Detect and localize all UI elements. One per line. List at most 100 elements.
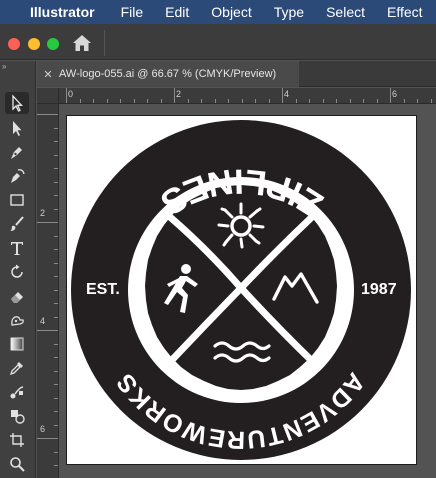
type-tool[interactable] <box>5 237 29 259</box>
ruler-tick <box>349 99 351 103</box>
ruler-tick <box>54 289 58 291</box>
ruler-tick <box>54 262 58 264</box>
eraser-icon <box>11 292 23 303</box>
menu-object[interactable]: Object <box>211 4 251 20</box>
ruler-tick <box>54 384 58 385</box>
eyedropper-tool[interactable] <box>5 357 29 379</box>
ruler-tick <box>255 99 256 103</box>
eraser-tool[interactable] <box>5 285 29 307</box>
ruler-tick <box>54 141 58 142</box>
ruler-tick <box>241 99 243 103</box>
panel-collapse-grip[interactable]: » <box>2 62 7 71</box>
document-tab-title: AW-logo-055.ai @ 66.67 % (CMYK/Preview) <box>59 68 277 80</box>
zoom-magnifier-icon <box>10 457 25 472</box>
logo-year-text: 1987 <box>361 281 397 298</box>
title-bar-divider <box>104 30 105 56</box>
ruler-label: 0 <box>68 89 74 99</box>
close-window-button[interactable] <box>8 38 20 50</box>
ruler-tick <box>376 99 378 103</box>
ruler-tick <box>37 330 58 331</box>
vertical-ruler[interactable]: 2 4 6 <box>37 104 59 478</box>
ruler-tick <box>54 208 58 210</box>
menu-type[interactable]: Type <box>274 4 304 20</box>
tools-panel: » <box>0 61 36 478</box>
paintbrush-tool[interactable] <box>5 213 29 235</box>
ruler-tick <box>54 370 58 372</box>
rotate-tool[interactable] <box>5 261 29 283</box>
ruler-tick <box>54 276 58 277</box>
ruler-tick <box>54 249 58 250</box>
horizontal-ruler[interactable]: 0 2 4 6 <box>59 88 436 104</box>
warp-finger-icon <box>11 316 24 326</box>
curvature-pen-icon <box>11 169 25 183</box>
ruler-tick <box>54 465 58 466</box>
ruler-tick <box>187 99 189 103</box>
ruler-tick <box>37 114 58 115</box>
ruler-tick <box>322 99 324 103</box>
direct-selection-arrow-icon <box>13 121 22 136</box>
document-tab-bar: ✕ AW-logo-055.ai @ 66.67 % (CMYK/Preview… <box>37 61 436 87</box>
ruler-label: 4 <box>40 316 46 326</box>
ruler-origin-corner[interactable] <box>37 88 59 104</box>
ruler-tick <box>54 424 58 426</box>
menu-file[interactable]: File <box>121 4 144 20</box>
ruler-label: 4 <box>284 89 290 99</box>
warp-tool[interactable] <box>5 309 29 331</box>
ruler-tick <box>160 99 162 103</box>
ruler-tick <box>54 235 58 237</box>
ruler-tick <box>228 99 229 103</box>
app-menu-illustrator[interactable]: Illustrator <box>30 4 95 20</box>
ruler-tick <box>120 99 121 103</box>
ruler-tick <box>54 357 58 358</box>
ruler-tick <box>54 168 58 169</box>
ruler-tick <box>201 99 202 103</box>
blend-tool[interactable] <box>5 381 29 403</box>
gradient-tool[interactable] <box>5 333 29 355</box>
ruler-tick <box>93 99 94 103</box>
home-icon[interactable] <box>72 34 92 52</box>
zoom-window-button[interactable] <box>47 38 59 50</box>
menu-bar: Illustrator File Edit Object Type Select… <box>0 0 436 24</box>
canvas-area[interactable]: ZIPLINES ADVENTUREWORKS EST. 1987 <box>60 105 436 478</box>
ruler-tick <box>147 99 148 103</box>
shape-builder-tool[interactable] <box>5 405 29 427</box>
rectangle-icon <box>10 194 24 206</box>
rectangle-tool[interactable] <box>5 189 29 211</box>
ruler-tick <box>54 397 58 399</box>
shape-builder-icon <box>11 410 25 424</box>
adventureworks-logo[interactable]: ZIPLINES ADVENTUREWORKS EST. 1987 <box>67 116 416 464</box>
window-title-bar <box>0 24 436 60</box>
selection-tool[interactable] <box>5 92 29 114</box>
menu-effect[interactable]: Effect <box>387 4 423 20</box>
ruler-tick <box>37 222 58 223</box>
artboard-tool[interactable] <box>5 429 29 451</box>
ruler-tick <box>37 438 58 439</box>
minimize-window-button[interactable] <box>28 38 40 50</box>
logo-est-text: EST. <box>86 281 120 298</box>
menu-select[interactable]: Select <box>326 4 365 20</box>
ruler-tick <box>54 181 58 183</box>
ruler-tick <box>403 99 405 103</box>
ruler-tick <box>430 99 432 103</box>
ruler-tick <box>54 195 58 196</box>
menu-edit[interactable]: Edit <box>165 4 189 20</box>
ruler-label: 6 <box>392 89 398 99</box>
ruler-tick <box>282 88 283 103</box>
ruler-tick <box>268 99 270 103</box>
pen-tool[interactable] <box>5 141 29 163</box>
document-tab[interactable]: ✕ AW-logo-055.ai @ 66.67 % (CMYK/Preview… <box>37 61 299 87</box>
ruler-tick <box>309 99 310 103</box>
ruler-tick <box>54 303 58 304</box>
ruler-tick <box>390 88 391 103</box>
ruler-label: 2 <box>176 89 182 99</box>
ruler-tick <box>54 127 58 129</box>
pen-nib-icon <box>11 147 22 159</box>
artboard[interactable]: ZIPLINES ADVENTUREWORKS EST. 1987 <box>66 115 417 465</box>
type-t-icon <box>11 242 23 255</box>
curvature-tool[interactable] <box>5 165 29 187</box>
paintbrush-icon <box>10 216 24 231</box>
ruler-tick <box>363 99 364 103</box>
zoom-tool[interactable] <box>5 453 29 475</box>
close-tab-icon[interactable]: ✕ <box>37 68 59 81</box>
direct-selection-tool[interactable] <box>5 117 29 139</box>
